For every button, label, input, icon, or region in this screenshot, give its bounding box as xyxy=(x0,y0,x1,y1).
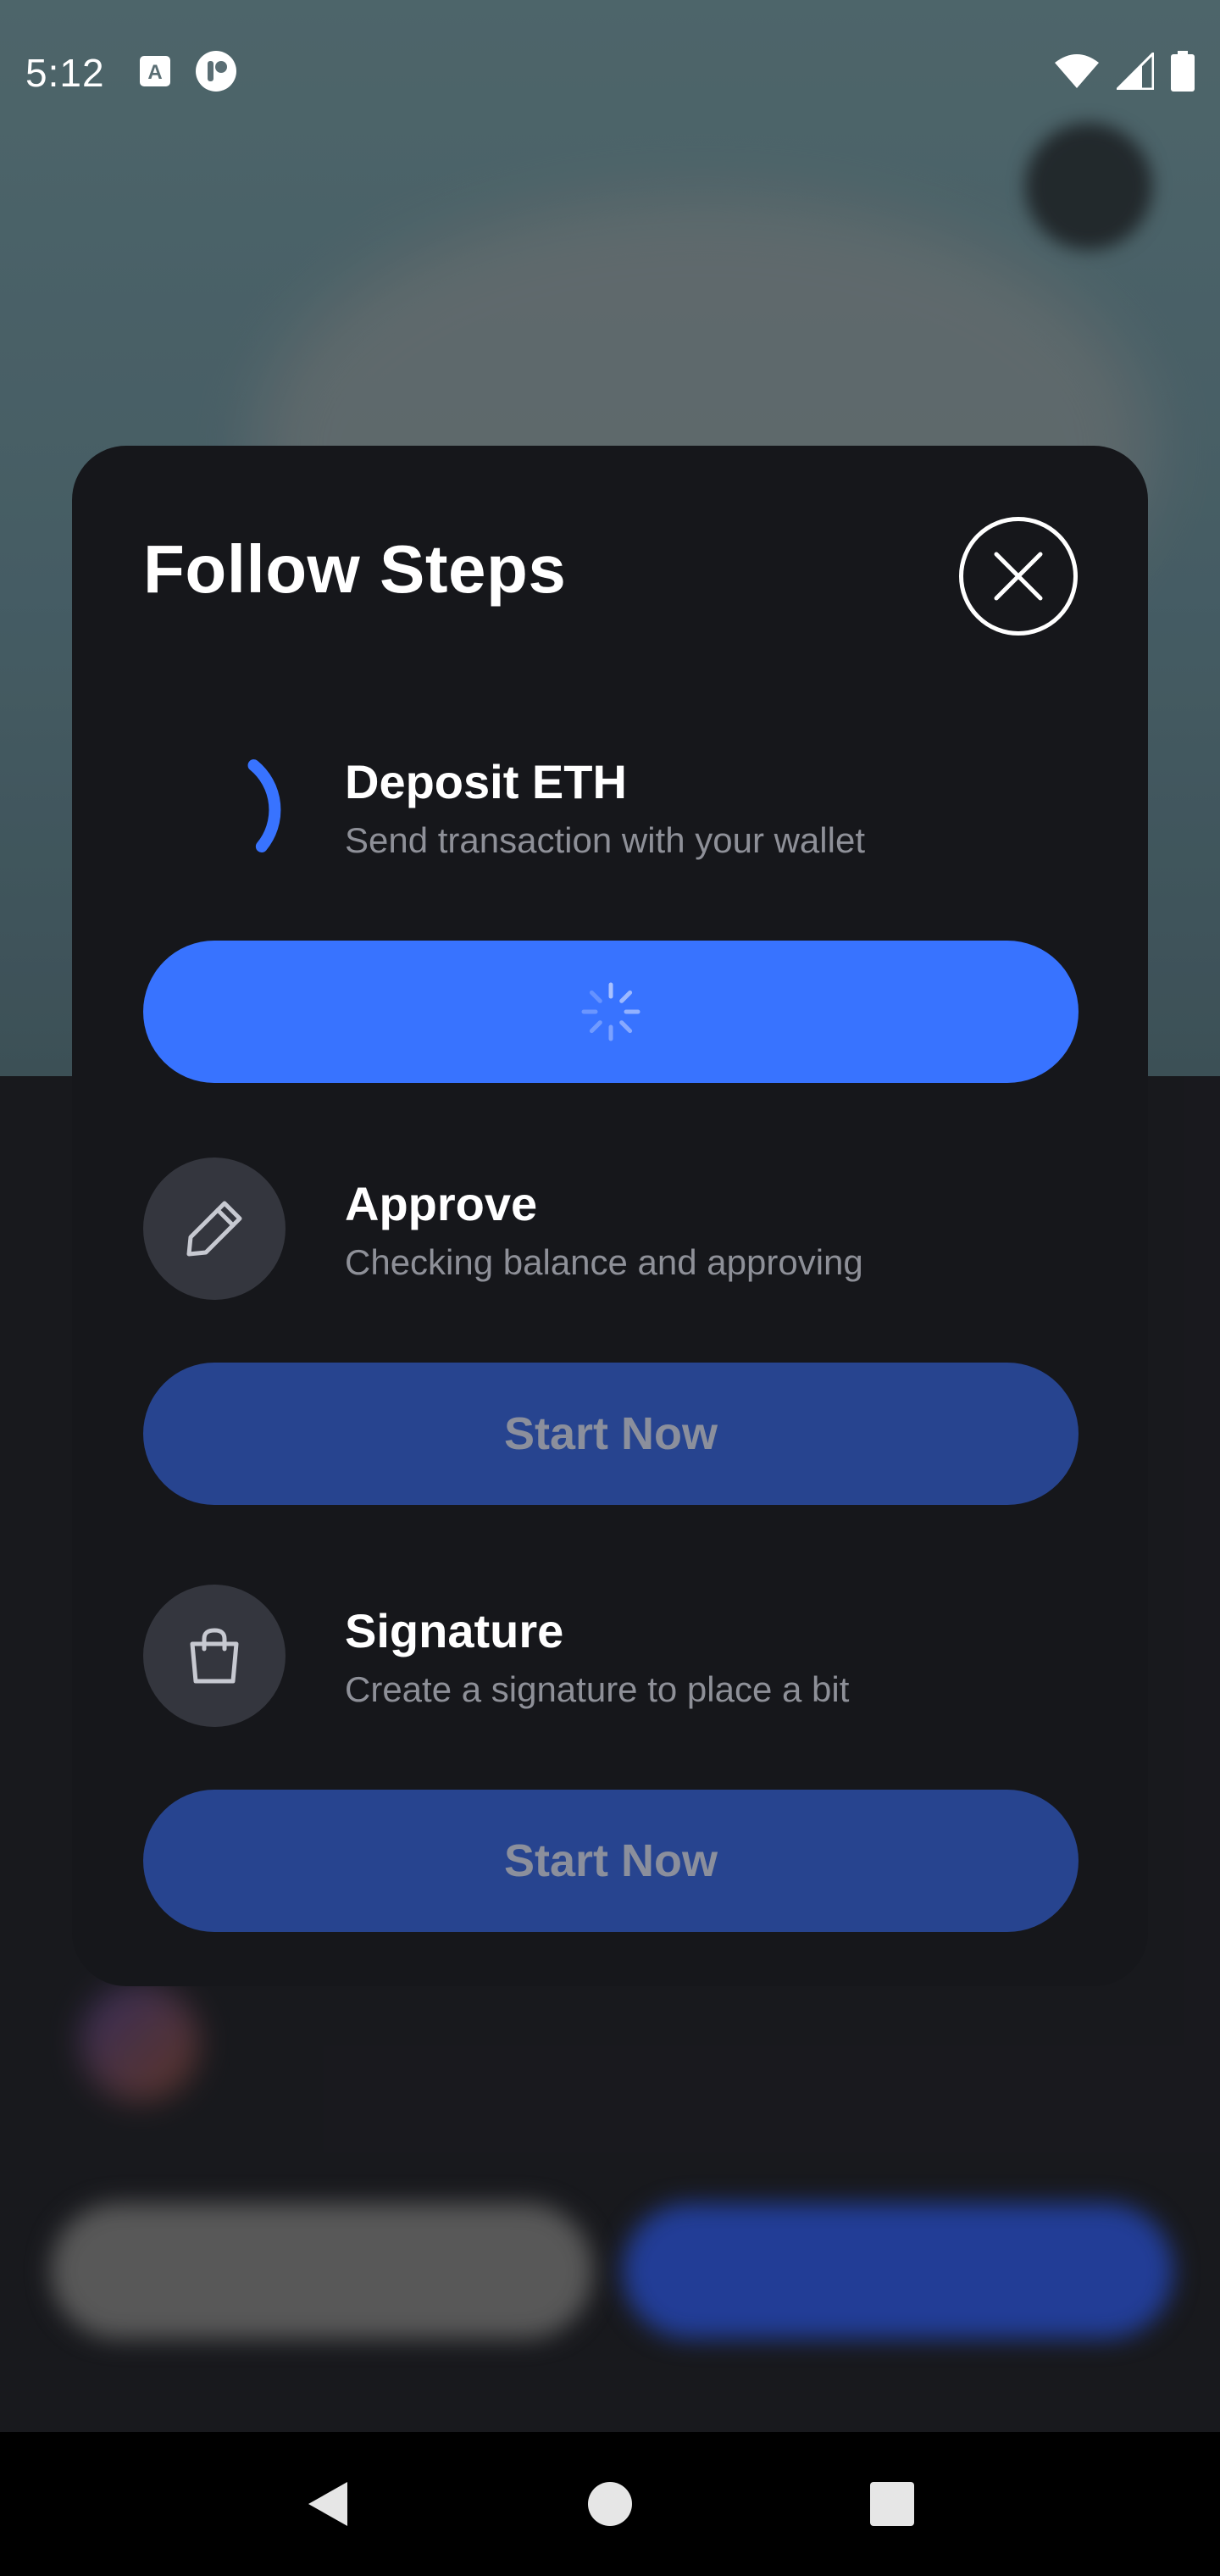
status-time: 5:12 xyxy=(25,51,105,95)
step-icon-circle xyxy=(143,1158,286,1300)
battery-icon xyxy=(1171,51,1195,95)
close-button[interactable] xyxy=(959,517,1078,636)
status-bar: 5:12 A xyxy=(0,0,1220,146)
step-subtitle: Create a signature to place a bit xyxy=(345,1669,850,1709)
wifi-icon xyxy=(1054,53,1100,92)
step-title: Deposit ETH xyxy=(345,755,627,808)
approve-start-button[interactable]: Start Now xyxy=(143,1363,1079,1505)
deposit-eth-button[interactable] xyxy=(143,941,1079,1083)
step-title: Signature xyxy=(345,1604,564,1657)
shopping-bag-icon xyxy=(190,1628,239,1684)
spinner-icon xyxy=(581,982,640,1041)
app-notification-icon xyxy=(195,50,237,96)
step-subtitle: Send transaction with your wallet xyxy=(345,820,865,860)
svg-text:A: A xyxy=(147,61,162,84)
back-button[interactable] xyxy=(290,2466,366,2542)
step-subtitle: Checking balance and approving xyxy=(345,1242,863,1282)
recents-button[interactable] xyxy=(854,2466,930,2542)
recents-icon xyxy=(870,2482,915,2526)
step-title: Approve xyxy=(345,1177,538,1230)
step-icon-circle xyxy=(143,1585,286,1727)
close-icon xyxy=(994,552,1043,601)
status-system-icons xyxy=(1054,50,1195,95)
pencil-icon xyxy=(186,1201,242,1257)
status-notification-icons: A xyxy=(139,50,237,96)
home-button[interactable] xyxy=(572,2466,648,2542)
signature-start-button[interactable]: Start Now xyxy=(143,1790,1079,1932)
text-input-icon: A xyxy=(139,55,171,91)
step-status-indicator xyxy=(143,736,286,878)
modal-title: Follow Steps xyxy=(143,531,567,607)
follow-steps-modal: Follow Steps Deposit ETH Send transactio… xyxy=(72,446,1148,1986)
back-icon xyxy=(308,2482,347,2526)
cellular-signal-icon xyxy=(1114,50,1155,93)
progress-ring-icon xyxy=(247,759,281,853)
system-navigation-bar xyxy=(0,2432,1220,2576)
home-icon xyxy=(587,2482,632,2526)
